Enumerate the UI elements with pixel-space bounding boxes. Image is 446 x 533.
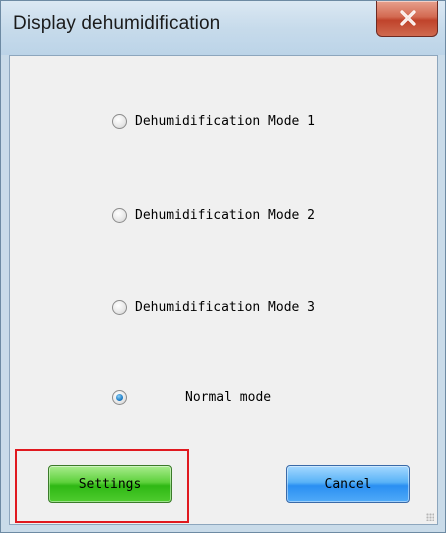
window-title: Display dehumidification — [13, 13, 221, 34]
close-icon — [400, 10, 416, 26]
radio-button-selected[interactable] — [112, 390, 127, 405]
title-bar[interactable]: Display dehumidification — [1, 1, 445, 55]
option-label: Dehumidification Mode 2 — [135, 208, 316, 223]
cancel-button[interactable]: Cancel — [286, 465, 410, 503]
radio-button[interactable] — [112, 300, 127, 315]
option-label: Dehumidification Mode 3 — [135, 300, 316, 315]
option-dehumidification-mode-2[interactable]: Dehumidification Mode 2 — [112, 208, 315, 223]
resize-grip[interactable] — [426, 513, 434, 521]
option-label: Dehumidification Mode 1 — [135, 114, 316, 129]
highlight-annotation-box — [15, 449, 189, 523]
option-label: Normal mode — [185, 390, 272, 405]
radio-button[interactable] — [112, 114, 127, 129]
option-normal-mode[interactable]: Normal mode — [112, 390, 271, 405]
radio-button[interactable] — [112, 208, 127, 223]
option-dehumidification-mode-3[interactable]: Dehumidification Mode 3 — [112, 300, 315, 315]
close-button[interactable] — [376, 1, 438, 37]
dialog-window: Display dehumidification Dehumidificatio… — [0, 0, 446, 533]
option-dehumidification-mode-1[interactable]: Dehumidification Mode 1 — [112, 114, 315, 129]
